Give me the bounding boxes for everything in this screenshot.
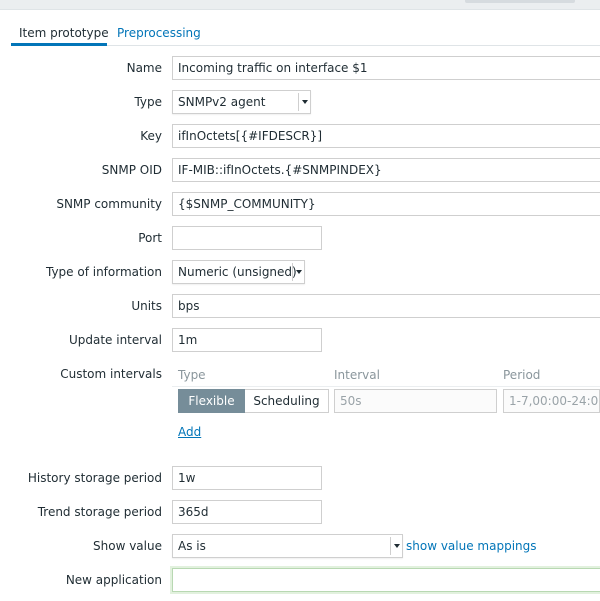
show-value-mappings-link[interactable]: show value mappings bbox=[406, 539, 537, 553]
new-application-label: New application bbox=[65, 573, 162, 587]
tab-item-prototype[interactable]: Item prototype bbox=[11, 26, 109, 58]
add-interval-link[interactable]: Add bbox=[178, 425, 201, 439]
period-input[interactable]: 1-7,00:00-24:00 bbox=[503, 389, 600, 413]
custom-intervals-interval-header: Interval bbox=[334, 368, 380, 382]
type-of-information-select[interactable]: Numeric (unsigned) bbox=[172, 260, 305, 284]
custom-intervals-type-header: Type bbox=[178, 368, 206, 382]
new-application-input[interactable] bbox=[172, 568, 600, 592]
type-label: Type bbox=[134, 95, 162, 109]
type-of-information-value: Numeric (unsigned) bbox=[178, 265, 297, 279]
history-storage-label: History storage period bbox=[27, 471, 162, 485]
flexible-toggle[interactable]: Flexible bbox=[178, 389, 245, 413]
units-label: Units bbox=[131, 299, 162, 313]
custom-intervals-period-header: Period bbox=[503, 368, 541, 382]
history-storage-input[interactable]: 1w bbox=[172, 466, 322, 490]
type-select[interactable]: SNMPv2 agent bbox=[172, 90, 311, 114]
show-value-label: Show value bbox=[93, 539, 162, 553]
snmp-community-label: SNMP community bbox=[56, 197, 162, 211]
key-input[interactable]: ifInOctets[{#IFDESCR}] bbox=[172, 124, 600, 148]
chevron-down-icon bbox=[292, 263, 302, 281]
interval-input[interactable]: 50s bbox=[334, 389, 497, 413]
custom-intervals-label: Custom intervals bbox=[60, 367, 162, 381]
active-tab-indicator bbox=[11, 43, 107, 46]
name-input[interactable]: Incoming traffic on interface $1 bbox=[172, 56, 600, 80]
show-value-select-value: As is bbox=[178, 539, 206, 553]
chevron-down-icon bbox=[298, 93, 308, 111]
port-input[interactable] bbox=[172, 226, 322, 250]
snmp-oid-label: SNMP OID bbox=[101, 163, 162, 177]
show-value-select[interactable]: As is bbox=[172, 534, 403, 558]
key-label: Key bbox=[140, 129, 162, 143]
update-interval-input[interactable]: 1m bbox=[172, 328, 322, 352]
scheduling-toggle[interactable]: Scheduling bbox=[245, 389, 329, 413]
tab-preprocessing[interactable]: Preprocessing bbox=[117, 26, 201, 40]
snmp-community-input[interactable]: {$SNMP_COMMUNITY} bbox=[172, 192, 600, 216]
snmp-oid-input[interactable]: IF-MIB::ifInOctets.{#SNMPINDEX} bbox=[172, 158, 600, 182]
custom-intervals-divider bbox=[172, 386, 600, 387]
type-select-value: SNMPv2 agent bbox=[178, 95, 266, 109]
header-button-edge bbox=[465, 0, 575, 3]
trend-storage-label: Trend storage period bbox=[37, 505, 162, 519]
top-strip bbox=[0, 0, 600, 9]
update-interval-label: Update interval bbox=[68, 333, 162, 347]
type-of-information-label: Type of information bbox=[45, 265, 162, 279]
name-label: Name bbox=[126, 61, 162, 75]
port-label: Port bbox=[138, 231, 162, 245]
trend-storage-input[interactable]: 365d bbox=[172, 500, 322, 524]
chevron-down-icon bbox=[390, 537, 400, 555]
units-input[interactable]: bps bbox=[172, 294, 600, 318]
